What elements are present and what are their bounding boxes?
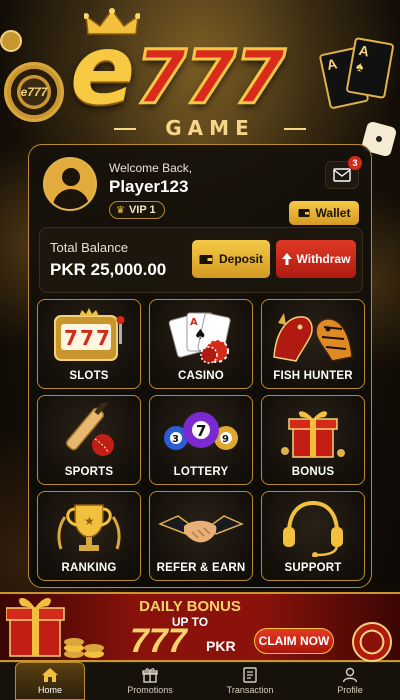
receipt-icon bbox=[243, 667, 257, 683]
game-tile-slots[interactable]: 7 7 7 SLOTS bbox=[37, 299, 141, 389]
bonus-amount: 777 bbox=[130, 622, 187, 660]
crown-icon: ♛ bbox=[116, 204, 125, 216]
handshake-icon bbox=[158, 515, 244, 543]
withdraw-label: Withdraw bbox=[296, 252, 351, 266]
svg-text:7: 7 bbox=[96, 326, 110, 350]
deposit-button[interactable]: Deposit bbox=[192, 240, 270, 278]
home-icon bbox=[42, 668, 58, 682]
balance-card: Total Balance PKR 25,000.00 Deposit With… bbox=[39, 227, 363, 293]
playing-cards-decoration: A A ♠ bbox=[318, 36, 395, 120]
username: Player123 bbox=[109, 177, 189, 196]
avatar[interactable] bbox=[43, 157, 97, 211]
gift-box-icon bbox=[281, 411, 345, 458]
game-tile-fish-hunter[interactable]: FISH HUNTER bbox=[261, 299, 365, 389]
cricket-icon bbox=[65, 403, 114, 456]
game-grid: 7 7 7 SLOTS A ♠ CASINO FISH HUNTER SPORT… bbox=[37, 299, 365, 583]
daily-bonus-banner[interactable]: DAILY BONUS UP TO 777 PKR CLAIM NOW bbox=[0, 592, 400, 662]
brand-chip-text: e777 bbox=[20, 85, 48, 99]
mail-count-badge: 3 bbox=[348, 156, 362, 170]
game-tile-casino[interactable]: A ♠ CASINO bbox=[149, 299, 253, 389]
game-tile-lottery[interactable]: 3 9 7 LOTTERY bbox=[149, 395, 253, 485]
poker-chip-icon bbox=[352, 622, 392, 662]
brand-logo-letter: e bbox=[70, 14, 136, 126]
nav-transaction[interactable]: Transaction bbox=[215, 662, 285, 700]
svg-text:9: 9 bbox=[222, 434, 229, 445]
nav-promotions[interactable]: Promotions bbox=[115, 662, 185, 700]
nav-label: Transaction bbox=[226, 685, 274, 695]
balance-value: PKR 25,000.00 bbox=[50, 260, 167, 279]
game-tile-label: BONUS bbox=[291, 466, 335, 478]
svg-text:7: 7 bbox=[64, 326, 78, 350]
nav-label: Home bbox=[37, 685, 62, 695]
mail-icon bbox=[333, 168, 351, 182]
game-tile-label: SLOTS bbox=[69, 370, 109, 382]
user-icon bbox=[342, 667, 358, 683]
poker-chip-icon bbox=[0, 30, 22, 52]
game-tile-sports[interactable]: SPORTS bbox=[37, 395, 141, 485]
lottery-balls-icon: 3 9 7 bbox=[164, 412, 238, 450]
trophy-icon: ★ bbox=[57, 504, 121, 551]
wallet-button[interactable]: Wallet bbox=[289, 201, 359, 225]
game-tile-label: SPORTS bbox=[64, 466, 114, 478]
main-panel: Welcome Back, Player123 ♛ VIP 1 3 Wallet… bbox=[28, 144, 372, 588]
welcome-text: Welcome Back, bbox=[109, 161, 193, 175]
game-tile-ranking[interactable]: ★ RANKING bbox=[37, 491, 141, 581]
headset-icon bbox=[283, 500, 343, 557]
deposit-label: Deposit bbox=[218, 252, 263, 266]
brand-logo-word: GAME bbox=[114, 116, 306, 140]
nav-label: Promotions bbox=[127, 685, 173, 695]
wallet-label: Wallet bbox=[315, 206, 351, 220]
brand-logo: e 777 bbox=[70, 22, 330, 122]
svg-text:★: ★ bbox=[84, 514, 95, 528]
svg-text:7: 7 bbox=[196, 422, 206, 440]
bonus-title: DAILY BONUS bbox=[139, 598, 241, 615]
nav-profile[interactable]: Profile bbox=[315, 662, 385, 700]
gift-box-icon bbox=[6, 597, 65, 657]
brand-chip: e777 bbox=[4, 62, 64, 122]
game-tile-support[interactable]: SUPPORT bbox=[261, 491, 365, 581]
game-tile-label: SUPPORT bbox=[284, 562, 342, 574]
bonus-currency: PKR bbox=[206, 638, 236, 654]
playing-cards-icon: A ♠ bbox=[168, 312, 231, 364]
svg-text:♠: ♠ bbox=[194, 327, 207, 343]
game-tile-label: FISH HUNTER bbox=[273, 370, 353, 382]
brand-logo-number: 777 bbox=[134, 35, 287, 121]
game-tile-refer-earn[interactable]: REFER & EARN bbox=[149, 491, 253, 581]
nav-label: Profile bbox=[337, 685, 363, 695]
wallet-icon bbox=[298, 209, 310, 217]
svg-text:3: 3 bbox=[172, 434, 179, 445]
mail-button[interactable]: 3 bbox=[325, 156, 362, 189]
game-tile-label: REFER & EARN bbox=[156, 562, 246, 574]
coin-stack-icon bbox=[64, 638, 104, 658]
arrow-up-icon bbox=[281, 253, 292, 265]
slot-machine-icon: 7 7 7 bbox=[54, 308, 125, 361]
withdraw-button[interactable]: Withdraw bbox=[276, 240, 356, 278]
game-tile-label: CASINO bbox=[178, 370, 224, 382]
game-tile-label: LOTTERY bbox=[173, 466, 229, 478]
dragon-tiger-icon bbox=[273, 313, 353, 362]
gift-icon bbox=[142, 668, 158, 683]
vip-label: VIP 1 bbox=[128, 204, 156, 216]
game-tile-label: RANKING bbox=[61, 562, 117, 574]
svg-text:7: 7 bbox=[80, 326, 94, 350]
bottom-nav: Home Promotions Transaction Profile bbox=[0, 662, 400, 700]
claim-now-button[interactable]: CLAIM NOW bbox=[254, 628, 334, 654]
vip-badge: ♛ VIP 1 bbox=[109, 201, 165, 219]
balance-label: Total Balance bbox=[50, 240, 129, 255]
profile-header: Welcome Back, Player123 ♛ VIP 1 3 Wallet bbox=[43, 156, 362, 227]
game-tile-bonus[interactable]: BONUS bbox=[261, 395, 365, 485]
nav-home[interactable]: Home bbox=[15, 662, 85, 700]
logo-area: e777 e 777 GAME A A ♠ bbox=[0, 0, 400, 158]
wallet-icon bbox=[199, 254, 213, 264]
